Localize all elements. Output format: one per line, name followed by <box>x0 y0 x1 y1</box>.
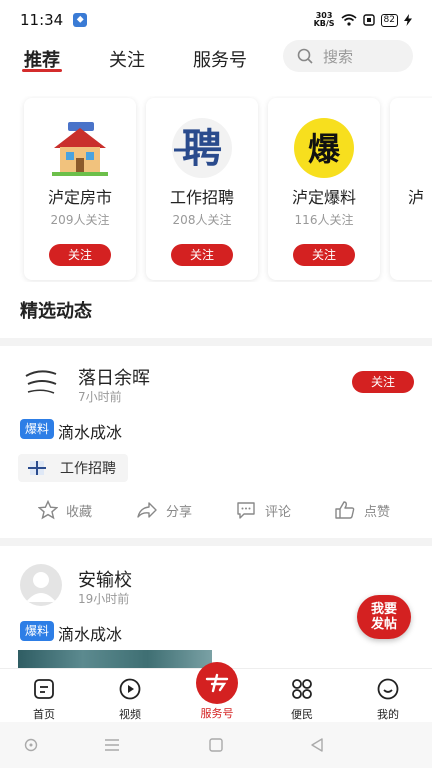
service-cards: 泸定房市 209人关注 关注 聘 工作招聘 208人关注 关注 爆 泸定爆料 1… <box>0 96 432 282</box>
recruit-icon: 聘 <box>172 118 232 178</box>
menu-icon[interactable] <box>104 738 120 752</box>
service-card-news[interactable]: 爆 泸定爆料 116人关注 关注 <box>268 98 380 280</box>
section-title: 精选动态 <box>20 301 92 322</box>
video-icon <box>119 678 141 700</box>
home-button-icon[interactable] <box>209 738 223 752</box>
search-placeholder: 搜索 <box>323 47 354 66</box>
nav-video[interactable]: 视频 <box>100 677 160 722</box>
thumbs-up-icon <box>335 501 355 519</box>
system-nav <box>0 722 432 768</box>
like-button[interactable]: 点赞 <box>334 500 390 520</box>
post-card[interactable]: 落日余晖 7小时前 关注 爆料 滴水成冰 工作招聘 收藏 分享 评论 点赞 <box>0 346 432 538</box>
card-title: 泸定房市 <box>47 188 112 207</box>
back-icon[interactable] <box>310 738 324 752</box>
service-icon <box>205 673 229 693</box>
net-speed: 303 KB/S <box>313 11 335 28</box>
app-notification-icon: ⬥ <box>73 13 88 27</box>
card-followers: 116人关注 <box>294 213 354 227</box>
svg-text:爆: 爆 <box>308 130 341 168</box>
chip-label: 工作招聘 <box>60 461 116 477</box>
assistant-icon[interactable] <box>24 738 38 752</box>
nav-service[interactable] <box>196 662 238 704</box>
search-icon <box>297 48 313 64</box>
avatar[interactable] <box>20 564 62 606</box>
search-input[interactable]: 搜索 <box>283 40 413 72</box>
topic-chip[interactable]: 工作招聘 <box>18 454 128 482</box>
post-text[interactable]: 滴水成冰 <box>58 621 122 645</box>
create-post-button[interactable]: 我要 发帖 <box>357 595 411 639</box>
nav-convenience[interactable]: 便民 <box>272 677 332 722</box>
recruit-icon <box>28 461 46 475</box>
tab-following[interactable]: 关注 <box>109 46 145 72</box>
tag-badge[interactable]: 爆料 <box>20 621 55 641</box>
tag-badge[interactable]: 爆料 <box>20 419 55 439</box>
battery-indicator: 82 <box>380 13 398 27</box>
tab-service[interactable]: 服务号 <box>193 46 247 72</box>
favorite-button[interactable]: 收藏 <box>38 500 92 520</box>
wifi-icon <box>341 14 357 26</box>
charging-icon <box>404 14 412 26</box>
breaking-news-icon: 爆 <box>294 118 354 178</box>
post-time: 7小时前 <box>78 390 122 404</box>
divider <box>0 338 432 346</box>
calligraphy-avatar-icon <box>20 362 62 404</box>
post-text[interactable]: 滴水成冰 <box>58 419 122 443</box>
divider <box>0 538 432 546</box>
status-time: 11:34 <box>20 11 64 29</box>
default-avatar-icon <box>26 572 56 602</box>
service-card-recruit[interactable]: 聘 工作招聘 208人关注 关注 <box>146 98 258 280</box>
follow-button[interactable]: 关注 <box>352 371 414 393</box>
card-title: 工作招聘 <box>169 188 234 207</box>
comment-button[interactable]: 评论 <box>235 500 291 520</box>
post-image[interactable] <box>18 650 212 668</box>
sim-icon <box>362 14 375 26</box>
home-icon <box>34 679 54 699</box>
service-card-partial[interactable]: 泸 <box>390 98 432 280</box>
card-followers: 208人关注 <box>172 213 232 227</box>
share-icon <box>137 502 157 518</box>
nav-home[interactable]: 首页 <box>14 677 74 722</box>
card-followers: 209人关注 <box>50 213 110 227</box>
status-bar: 11:34 ⬥ 303 KB/S 82 <box>0 0 432 40</box>
card-title: 泸定爆料 <box>291 188 356 207</box>
profile-icon <box>377 678 399 700</box>
follow-button[interactable]: 关注 <box>171 244 233 266</box>
active-tab-indicator <box>22 69 62 72</box>
share-button[interactable]: 分享 <box>136 500 192 520</box>
star-icon <box>38 500 58 520</box>
follow-button[interactable]: 关注 <box>49 244 111 266</box>
nav-profile[interactable]: 我的 <box>358 677 418 722</box>
avatar[interactable] <box>20 362 62 404</box>
bottom-nav: 首页 视频 服务号 便民 我的 <box>0 662 432 722</box>
author-name[interactable]: 安输校 <box>78 566 132 592</box>
post-time: 19小时前 <box>78 592 130 606</box>
author-name[interactable]: 落日余晖 <box>78 364 150 390</box>
comment-icon <box>237 502 255 519</box>
grid-icon <box>292 679 312 699</box>
nav-service-label[interactable]: 服务号 <box>186 705 248 721</box>
card-title: 泸 <box>408 188 425 207</box>
house-icon <box>52 122 108 176</box>
follow-button[interactable]: 关注 <box>293 244 355 266</box>
service-card-housing[interactable]: 泸定房市 209人关注 关注 <box>24 98 136 280</box>
